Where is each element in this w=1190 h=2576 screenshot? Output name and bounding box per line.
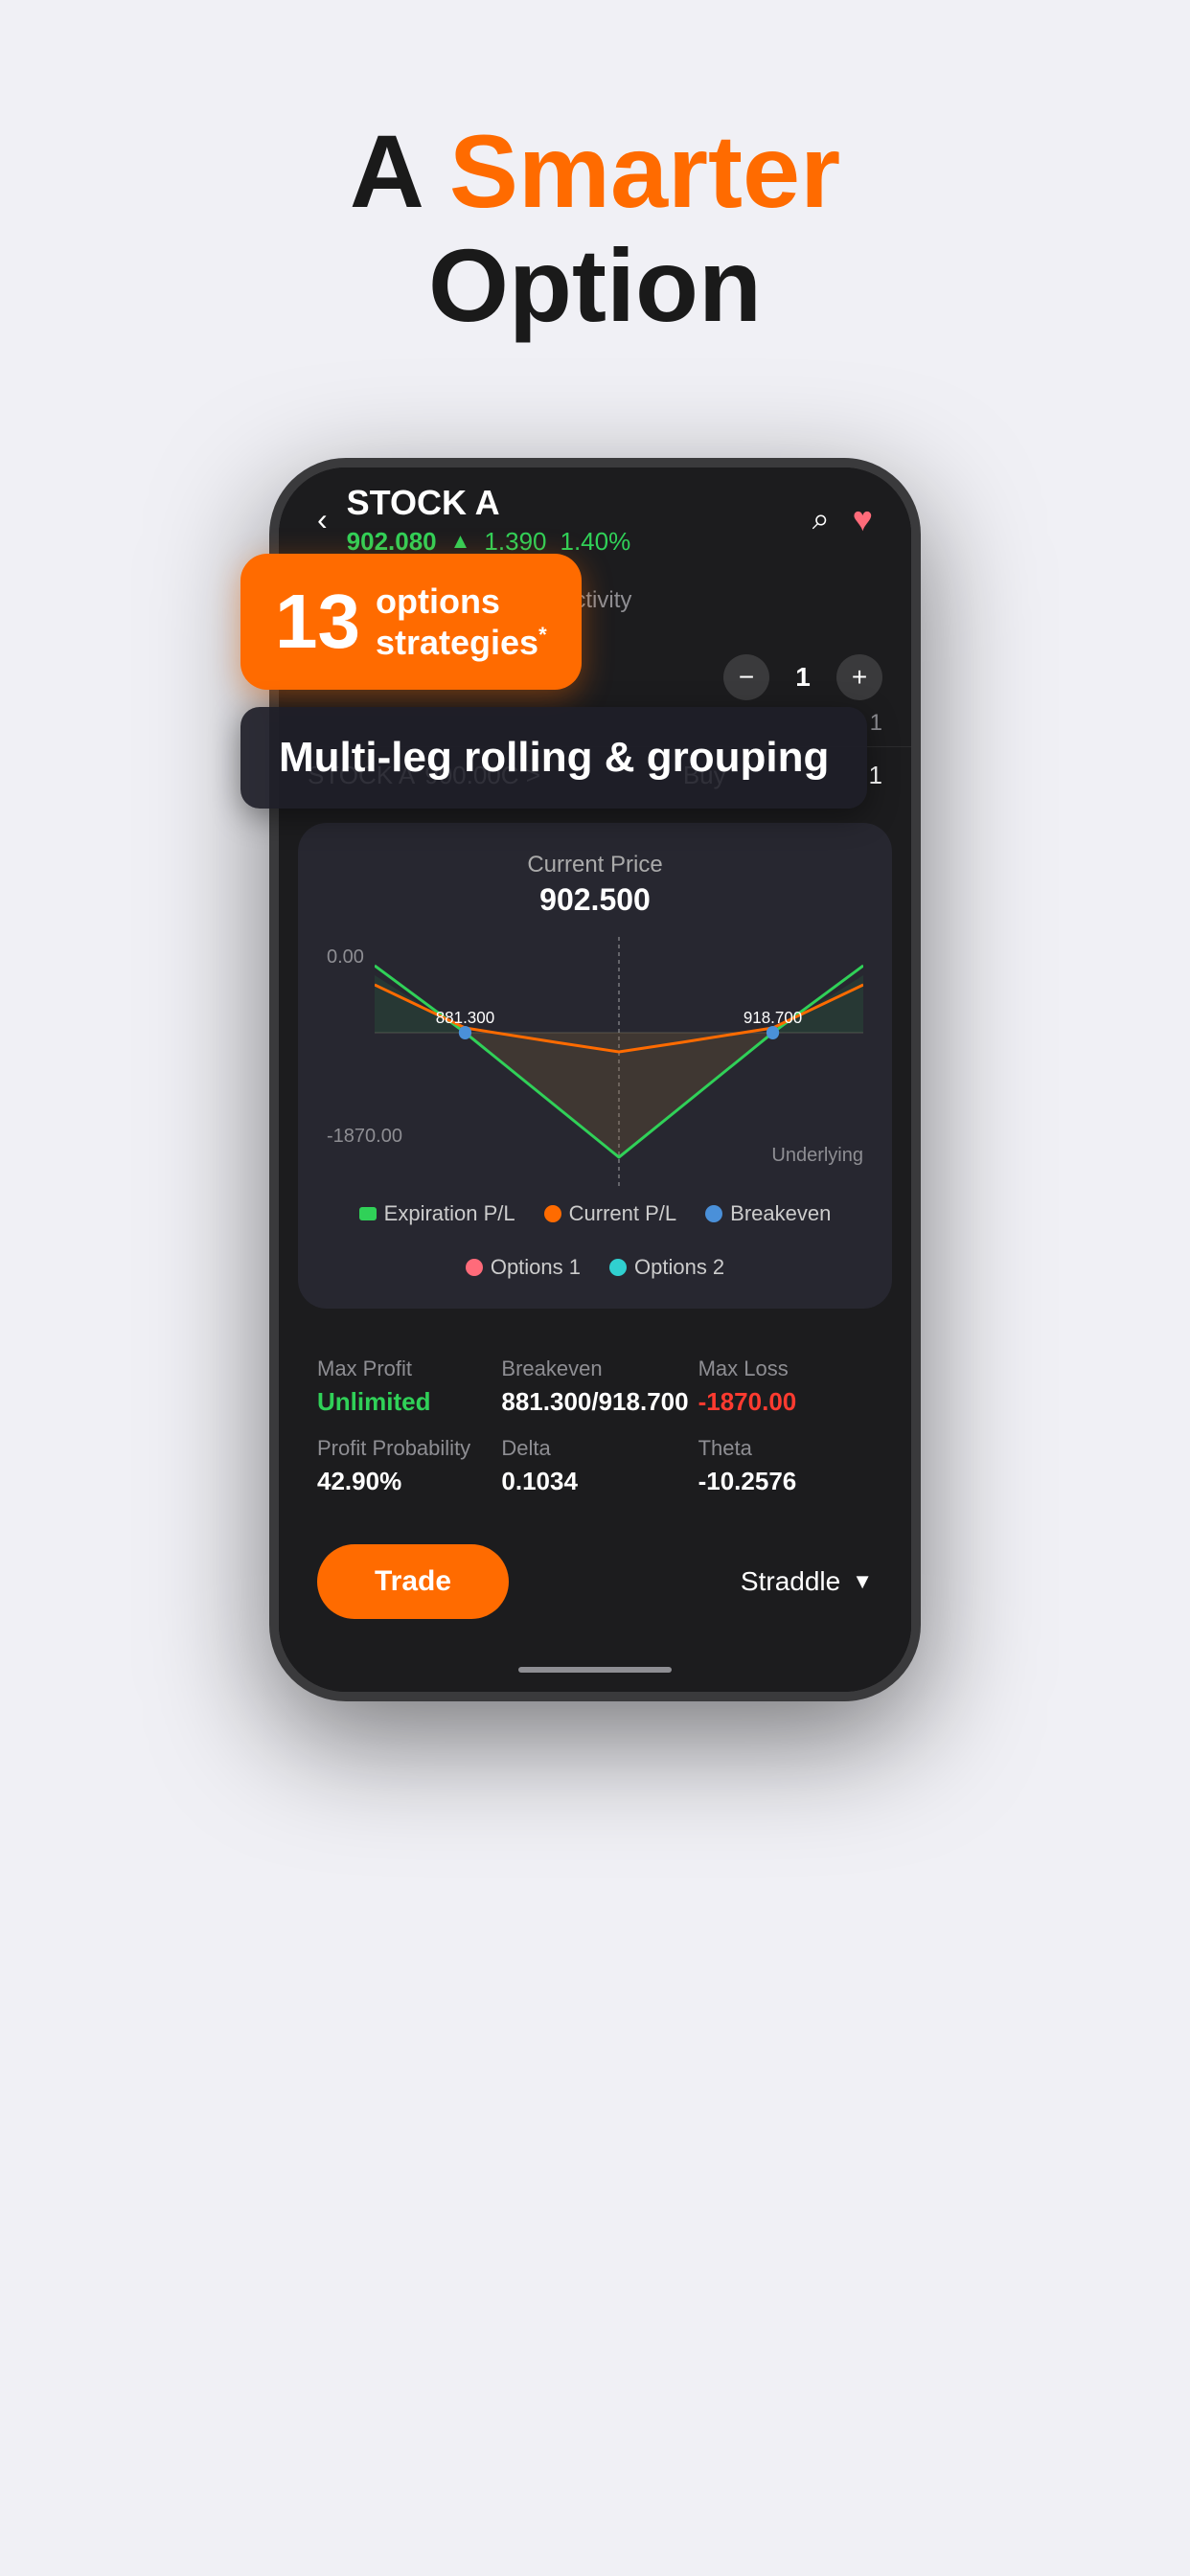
legend-options2: Options 2 [609, 1255, 724, 1280]
chart-y-zero: 0.00 [327, 946, 364, 969]
stat-max-profit: Max Profit Unlimited [317, 1356, 492, 1417]
stat-profit-prob-label: Profit Probability [317, 1436, 492, 1461]
stock-change: 1.390 [484, 527, 546, 557]
badge-text: options strategies* [376, 581, 547, 663]
badge-multileg: Multi-leg rolling & grouping [240, 707, 867, 809]
stat-delta: Delta 0.1034 [501, 1436, 688, 1496]
legend-expiration-pl-label: Expiration P/L [384, 1201, 515, 1226]
stat-max-loss-label: Max Loss [698, 1356, 873, 1381]
legend-expiration-pl: Expiration P/L [359, 1201, 515, 1226]
stock-pct: 1.40% [561, 527, 631, 557]
badge-strategies: 13 options strategies* [240, 554, 582, 690]
stat-theta-value: -10.2576 [698, 1467, 873, 1496]
strategy-chevron-icon: ▼ [852, 1569, 873, 1594]
stats-grid: Max Profit Unlimited Breakeven 881.300/9… [317, 1356, 873, 1496]
badge-text-line1: options [376, 581, 547, 622]
chart-svg: 881.300 918.700 [375, 937, 863, 1186]
legend-options1-label: Options 1 [491, 1255, 581, 1280]
legend-expiration-pl-icon [359, 1207, 377, 1220]
stat-theta-label: Theta [698, 1436, 873, 1461]
chart-section: Current Price 902.500 0.00 -1870.00 Unde… [298, 823, 892, 1309]
stat-delta-value: 0.1034 [501, 1467, 688, 1496]
qty-plus-btn[interactable]: + [836, 654, 882, 700]
stat-max-profit-label: Max Profit [317, 1356, 492, 1381]
legend-current-pl-icon [544, 1205, 561, 1222]
stat-profit-prob: Profit Probability 42.90% [317, 1436, 492, 1496]
legend-current-pl: Current P/L [544, 1201, 677, 1226]
hero-section: A Smarter Option [350, 115, 840, 343]
nav-left: ‹ STOCK A 902.080 ▲ 1.390 1.40% [317, 483, 630, 557]
badge-number: 13 [275, 583, 360, 660]
legend-breakeven-label: Breakeven [730, 1201, 831, 1226]
chart-price: 902.500 [327, 882, 863, 918]
strategy-selector[interactable]: Straddle ▼ [741, 1566, 873, 1597]
stat-breakeven: Breakeven 881.300/918.700 [501, 1356, 688, 1417]
qty-minus-btn[interactable]: − [723, 654, 769, 700]
strategy-name: Straddle [741, 1566, 840, 1597]
stat-profit-prob-value: 42.90% [317, 1467, 492, 1496]
option-qty: 1 [869, 761, 882, 790]
chart-title: Current Price [327, 852, 863, 878]
stat-breakeven-value: 881.300/918.700 [501, 1387, 688, 1417]
stat-max-profit-value: Unlimited [317, 1387, 492, 1417]
back-icon[interactable]: ‹ [317, 502, 328, 537]
qty-value: 1 [789, 662, 817, 693]
home-bar-line [518, 1667, 672, 1673]
stock-info: STOCK A 902.080 ▲ 1.390 1.40% [347, 483, 631, 557]
nav-right: ⌕ ♥ [812, 499, 873, 539]
home-bar [279, 1657, 911, 1692]
legend-options2-label: Options 2 [634, 1255, 724, 1280]
stock-name: STOCK A [347, 483, 631, 523]
stock-up-arrow: ▲ [450, 529, 471, 554]
stock-price: 902.080 [347, 527, 437, 557]
svg-text:881.300: 881.300 [436, 1007, 495, 1027]
stat-delta-label: Delta [501, 1436, 688, 1461]
badge-text-line2: strategies* [376, 622, 547, 663]
hero-a: A [350, 113, 449, 229]
qty-sub-label: 1 [870, 710, 882, 737]
stock-price-row: 902.080 ▲ 1.390 1.40% [347, 527, 631, 557]
legend-options1-icon [466, 1259, 483, 1276]
phone-container: 13 options strategies* Multi-leg rolling… [269, 458, 921, 1701]
page-wrapper: A Smarter Option 13 options strategies* … [0, 0, 1190, 2576]
legend-breakeven: Breakeven [705, 1201, 831, 1226]
legend-options2-icon [609, 1259, 627, 1276]
stat-theta: Theta -10.2576 [698, 1436, 873, 1496]
heart-icon[interactable]: ♥ [853, 499, 873, 539]
legend-current-pl-label: Current P/L [569, 1201, 677, 1226]
bottom-row: Trade Straddle ▼ [279, 1525, 911, 1657]
legend-breakeven-icon [705, 1205, 722, 1222]
stat-breakeven-label: Breakeven [501, 1356, 688, 1381]
trade-button[interactable]: Trade [317, 1544, 509, 1619]
legend-options1: Options 1 [466, 1255, 581, 1280]
stat-max-loss: Max Loss -1870.00 [698, 1356, 873, 1417]
chart-area: 0.00 -1870.00 Underlying [327, 937, 863, 1186]
hero-line1: A Smarter [350, 115, 840, 229]
stat-max-loss-value: -1870.00 [698, 1387, 873, 1417]
svg-text:918.700: 918.700 [744, 1007, 803, 1027]
hero-smarter: Smarter [449, 113, 840, 229]
chart-legend: Expiration P/L Current P/L Breakeven [327, 1201, 863, 1280]
badge-multileg-text: Multi-leg rolling & grouping [279, 734, 829, 782]
search-icon[interactable]: ⌕ [812, 501, 830, 537]
hero-line2: Option [350, 229, 840, 343]
stats-section: Max Profit Unlimited Breakeven 881.300/9… [279, 1328, 911, 1525]
